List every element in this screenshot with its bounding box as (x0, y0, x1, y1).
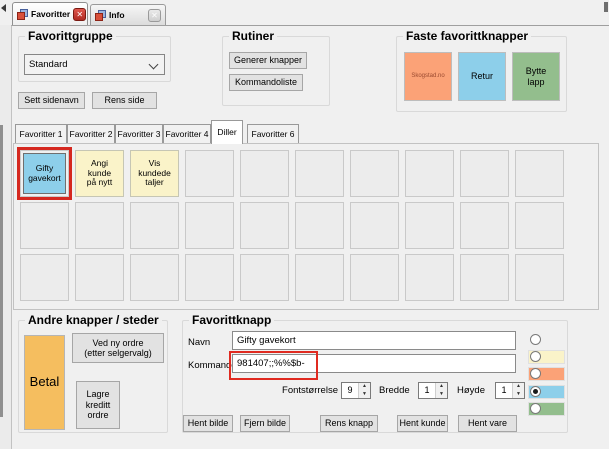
grid-cell-empty[interactable] (460, 254, 509, 301)
grid-cell-empty[interactable] (460, 202, 509, 249)
grid-button-label: Gifty gavekort (23, 153, 66, 194)
fjern-bilde-button[interactable]: Fjern bilde (240, 415, 290, 432)
group-rutiner: Rutiner (222, 36, 330, 106)
fixed-favorite-button-skogstad-no[interactable]: Skogstad.no (404, 52, 452, 101)
bredde-value: 1 (419, 383, 435, 398)
fontstorrelse-spinner[interactable]: 9 ▲ ▼ (341, 382, 371, 399)
rens-side-button[interactable]: Rens side (92, 92, 157, 109)
group-title: Faste favorittknapper (403, 29, 531, 43)
grid-button-gifty-gavekort[interactable]: Gifty gavekort (20, 150, 69, 197)
favorittgruppe-selected-value: Standard (29, 59, 68, 70)
spinner-down-icon[interactable]: ▼ (359, 391, 370, 399)
grid-cell-empty[interactable] (240, 202, 289, 249)
page-tab-favoritter-6[interactable]: Favoritter 6 (247, 124, 299, 143)
grid-cell-empty[interactable] (185, 254, 234, 301)
close-tab-icon[interactable]: ✕ (73, 8, 86, 21)
generer-knapper-button[interactable]: Generer knapper (229, 52, 307, 69)
tab-info[interactable]: Info ✕ (90, 4, 166, 25)
grid-cell-empty[interactable] (130, 202, 179, 249)
collapse-arrow-icon (1, 4, 6, 12)
grid-cell-empty[interactable] (75, 202, 124, 249)
hoyde-label: Høyde (457, 385, 485, 396)
navn-label: Navn (188, 337, 210, 348)
hent-kunde-button[interactable]: Hent kunde (397, 415, 448, 432)
grid-cell-empty[interactable] (405, 254, 454, 301)
tab-info-label: Info (109, 10, 145, 20)
fixed-favorite-button-retur[interactable]: Retur (458, 52, 506, 101)
fontstorrelse-value: 9 (342, 383, 358, 398)
grid-cell-empty[interactable] (295, 202, 344, 249)
hent-bilde-button[interactable]: Hent bilde (183, 415, 233, 432)
form-icon (17, 9, 28, 20)
hoyde-value: 1 (496, 383, 512, 398)
group-title: Andre knapper / steder (25, 313, 162, 327)
bredde-label: Bredde (379, 385, 410, 396)
page-tab-favoritter-1[interactable]: Favoritter 1 (15, 124, 67, 143)
grid-cell-empty[interactable] (515, 254, 564, 301)
grid-cell-empty[interactable] (460, 150, 509, 197)
grid-cell-empty[interactable] (405, 202, 454, 249)
page-tab-diller[interactable]: Diller (211, 120, 243, 144)
group-title: Favorittknapp (189, 313, 274, 327)
grid-cell-empty[interactable] (240, 254, 289, 301)
favorittgruppe-dropdown[interactable]: Standard (24, 54, 165, 75)
scrollbar-thumb[interactable] (0, 125, 3, 417)
fixed-favorite-button-bytte-lapp[interactable]: Bytte lapp (512, 52, 560, 101)
spinner-up-icon[interactable]: ▲ (359, 383, 370, 391)
navn-input[interactable]: Gifty gavekort (232, 331, 516, 350)
spinner-arrows[interactable]: ▲ ▼ (358, 383, 370, 398)
kommando-highlight-box (229, 351, 318, 380)
page-tab-favoritter-2[interactable]: Favoritter 2 (67, 124, 115, 143)
ved-ny-ordre-button[interactable]: Ved ny ordre (etter selgervalg) (72, 333, 164, 363)
grid-cell-empty[interactable] (295, 254, 344, 301)
edge-mark (604, 2, 608, 12)
bredde-spinner[interactable]: 1 ▲ ▼ (418, 382, 448, 399)
close-tab-icon[interactable]: ✕ (148, 9, 161, 22)
grid-cell-empty[interactable] (20, 202, 69, 249)
group-title: Favorittgruppe (25, 29, 116, 43)
spinner-down-icon[interactable]: ▼ (513, 391, 524, 399)
rens-knapp-button[interactable]: Rens knapp (320, 415, 378, 432)
form-icon (95, 10, 106, 21)
grid-cell-empty[interactable] (75, 254, 124, 301)
kommandoliste-button[interactable]: Kommandoliste (229, 74, 303, 91)
page-tab-favoritter-4[interactable]: Favoritter 4 (163, 124, 211, 143)
radio-selected-dot (533, 389, 538, 394)
spinner-up-icon[interactable]: ▲ (436, 383, 447, 391)
grid-cell-empty[interactable] (405, 150, 454, 197)
color-radio-none[interactable] (530, 334, 541, 345)
grid-button-vis-kundede-taljer[interactable]: Vis kundede taljer (130, 150, 179, 197)
grid-cell-empty[interactable] (515, 150, 564, 197)
grid-cell-empty[interactable] (350, 254, 399, 301)
betal-button[interactable]: Betal (24, 335, 65, 430)
grid-cell-empty[interactable] (515, 202, 564, 249)
hoyde-spinner[interactable]: 1 ▲ ▼ (495, 382, 525, 399)
grid-button-angi-kunde-p-nytt[interactable]: Angi kunde på nytt (75, 150, 124, 197)
page-tab-favoritter-3[interactable]: Favoritter 3 (115, 124, 163, 143)
grid-cell-empty[interactable] (350, 150, 399, 197)
spinner-arrows[interactable]: ▲ ▼ (435, 383, 447, 398)
grid-cell-empty[interactable] (130, 254, 179, 301)
fontstorrelse-label: Fontstørrelse (248, 385, 338, 396)
chevron-down-icon (149, 60, 159, 70)
group-title: Rutiner (229, 29, 277, 43)
grid-cell-empty[interactable] (350, 202, 399, 249)
tab-favoritter-label: Favoritter (31, 9, 70, 19)
sett-sidenavn-button[interactable]: Sett sidenavn (18, 92, 85, 109)
color-radio-blue[interactable] (530, 386, 541, 397)
grid-cell-empty[interactable] (185, 202, 234, 249)
grid-cell-empty[interactable] (295, 150, 344, 197)
application-window: Favoritter ✕ Info ✕ Favorittgruppe Stand… (0, 0, 609, 449)
color-radio-green[interactable] (530, 403, 541, 414)
lagre-kreditt-ordre-button[interactable]: Lagre kreditt ordre (76, 381, 120, 429)
grid-cell-empty[interactable] (20, 254, 69, 301)
hent-vare-button[interactable]: Hent vare (458, 415, 517, 432)
grid-cell-empty[interactable] (240, 150, 289, 197)
tab-favoritter[interactable]: Favoritter ✕ (12, 2, 88, 25)
spinner-arrows[interactable]: ▲ ▼ (512, 383, 524, 398)
spinner-down-icon[interactable]: ▼ (436, 391, 447, 399)
grid-cell-empty[interactable] (185, 150, 234, 197)
spinner-up-icon[interactable]: ▲ (513, 383, 524, 391)
